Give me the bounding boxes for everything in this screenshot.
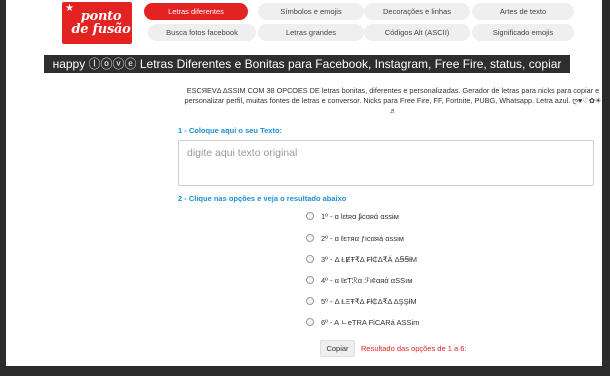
original-text-input[interactable] <box>178 140 594 186</box>
option-row[interactable]: 1º - ɑ lɛtʀɑ ʄɨcɑʀά ɑssɨм <box>306 210 399 222</box>
tab-letras-diferentes[interactable]: Letras diferentes <box>144 3 248 20</box>
browser-page: ★ ponto de fusão Letras diferentes Símbo… <box>6 0 602 366</box>
tab-artes-de-texto[interactable]: Artes de texto <box>472 3 574 20</box>
tab-decoracoes-linhas[interactable]: Decorações e linhas <box>364 3 470 20</box>
option-label: 4º - α ℓєƬℛα ℱι¢αяά αЅЅıм <box>321 275 413 285</box>
tab-codigos-alt[interactable]: Códigos Alt (ASCII) <box>364 24 470 41</box>
page-title: нappy ⓛⓞⓥⓔ Letras Diferentes e Bonitas p… <box>44 55 570 73</box>
option-row[interactable]: 5º - Δ ŁΞŦ₹Δ ₣ł₵Δ₹Δ ΔŞŞłM <box>306 295 417 307</box>
option-radio-2[interactable] <box>306 234 314 242</box>
option-row[interactable]: 2º - ɑ ℓєтяα ƒιcαяá αѕѕιм <box>306 232 404 244</box>
step2-label: 2 - Clique nas opções e veja o resultado… <box>178 194 347 203</box>
option-label: 2º - ɑ ℓєтяα ƒιcαяá αѕѕιм <box>321 233 404 243</box>
tab-simbolos-emojis[interactable]: Símbolos e emojis <box>258 3 364 20</box>
option-row[interactable]: 4º - α ℓєƬℛα ℱι¢αяά αЅЅıм <box>306 274 412 286</box>
step1-label: 1 - Coloque aqui o seu Texto: <box>178 126 283 135</box>
star-icon: ★ <box>65 3 74 14</box>
result-label: Resultado das opções de 1 a 6: <box>361 344 467 353</box>
option-radio-5[interactable] <box>306 297 314 305</box>
option-label: 3º - Δ ŁɆŦ₹Δ ₣ł₵Δ₹Á ΔꞨꞨłM <box>321 254 418 264</box>
page-description: ЕЅСЯЕVΔ ΔЅЅІМ СОМ 38 ОРСОЕЅ DЕ letras bo… <box>184 86 602 115</box>
tab-significado-emojis[interactable]: Significado emojis <box>472 24 574 41</box>
option-radio-4[interactable] <box>306 276 314 284</box>
tab-busca-fotos-facebook[interactable]: Busca fotos facebook <box>148 24 256 41</box>
option-row[interactable]: 3º - Δ ŁɆŦ₹Δ ₣ł₵Δ₹Á ΔꞨꞨłM <box>306 253 417 265</box>
option-label: 1º - ɑ lɛtʀɑ ʄɨcɑʀά ɑssɨм <box>321 211 399 221</box>
option-radio-6[interactable] <box>306 318 314 326</box>
copy-button[interactable]: Copiar <box>320 340 355 357</box>
option-radio-3[interactable] <box>306 255 314 263</box>
option-label: 5º - Δ ŁΞŦ₹Δ ₣ł₵Δ₹Δ ΔŞŞłM <box>321 296 417 306</box>
option-radio-1[interactable] <box>306 212 314 220</box>
logo-line-2: de fusão <box>71 22 131 37</box>
option-row[interactable]: 6º - A ㄴeTRA FiCARá ASSim <box>306 316 419 328</box>
site-logo[interactable]: ★ ponto de fusão <box>62 2 132 44</box>
option-label: 6º - A ㄴeTRA FiCARá ASSim <box>321 317 420 327</box>
tab-letras-grandes[interactable]: Letras grandes <box>258 24 364 41</box>
